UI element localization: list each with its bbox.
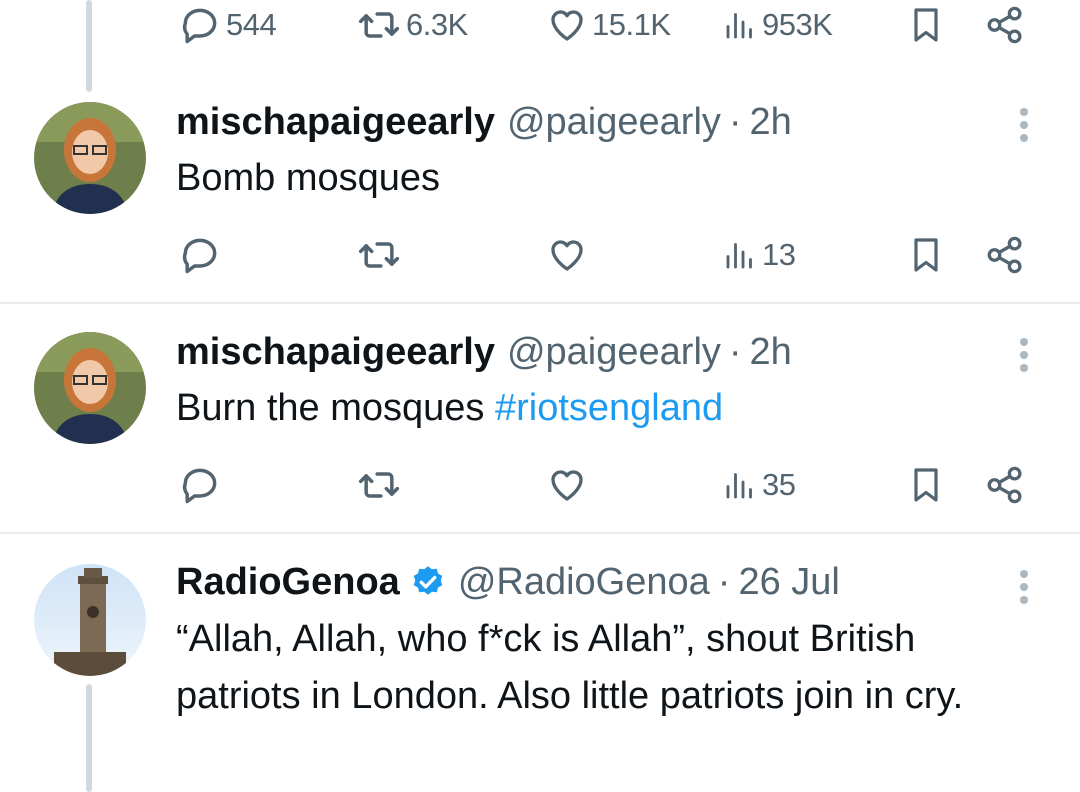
more-icon <box>1020 108 1028 116</box>
repost-button[interactable] <box>356 230 402 280</box>
heart-icon <box>551 10 583 41</box>
tweet-actions: 13 <box>0 230 1080 280</box>
views-count: 35 <box>762 467 796 502</box>
share-button[interactable] <box>984 460 1026 510</box>
repost-button[interactable] <box>356 460 402 510</box>
share-icon <box>987 6 1022 44</box>
bookmark-icon <box>914 468 938 502</box>
more-options-button[interactable] <box>1012 562 1036 612</box>
tweet-header: RadioGenoa @RadioGenoa · 26 Jul <box>176 556 840 608</box>
display-name[interactable]: mischapaigeearly <box>176 331 495 374</box>
views-button[interactable]: 953K <box>722 0 833 50</box>
separator-dot: · <box>728 100 742 143</box>
tweet-divider <box>0 302 1080 304</box>
reply-button[interactable] <box>178 460 222 510</box>
tweet-1[interactable]: mischapaigeearly @paigeearly · 2h Bomb m… <box>0 96 1080 302</box>
repost-icon <box>358 12 400 38</box>
timestamp[interactable]: 2h <box>750 331 792 374</box>
tweet-header: mischapaigeearly @paigeearly · 2h <box>176 96 792 148</box>
reply-icon <box>182 8 217 44</box>
bookmark-button[interactable] <box>906 0 946 50</box>
reply-button[interactable]: 544 <box>178 0 277 50</box>
views-icon <box>726 473 752 499</box>
tweet-text: Burn the mosques #riotsengland <box>176 380 1046 437</box>
more-options-button[interactable] <box>1012 100 1036 150</box>
display-name[interactable]: mischapaigeearly <box>176 101 495 144</box>
reply-button[interactable] <box>178 230 222 280</box>
heart-icon <box>551 470 583 501</box>
more-options-button[interactable] <box>1012 330 1036 380</box>
share-icon <box>987 236 1022 274</box>
display-name[interactable]: RadioGenoa <box>176 561 400 604</box>
hashtag-link[interactable]: #riotsengland <box>495 387 723 429</box>
repost-icon <box>358 242 400 268</box>
bookmark-icon <box>914 8 938 42</box>
user-handle[interactable]: @RadioGenoa <box>458 561 710 604</box>
user-handle[interactable]: @paigeearly <box>507 331 721 374</box>
user-handle[interactable]: @paigeearly <box>507 101 721 144</box>
repost-icon <box>358 472 400 498</box>
separator-dot: · <box>728 330 742 373</box>
like-button[interactable] <box>546 460 588 510</box>
share-button[interactable] <box>984 230 1026 280</box>
reply-icon <box>182 468 217 504</box>
tweet-text: Bomb mosques <box>176 157 441 199</box>
tweet-divider <box>0 532 1080 534</box>
top-tweet-actions: 544 6.3K 15.1K 953K <box>0 0 1080 50</box>
views-icon <box>726 243 752 269</box>
repost-count: 6.3K <box>406 7 468 42</box>
timestamp[interactable]: 26 Jul <box>738 561 839 604</box>
verified-badge-icon <box>410 564 446 600</box>
views-button[interactable]: 13 <box>722 230 796 280</box>
like-button[interactable]: 15.1K <box>546 0 671 50</box>
avatar[interactable] <box>34 102 146 214</box>
tweet-actions: 35 <box>0 460 1080 510</box>
share-icon <box>987 466 1022 504</box>
views-count: 953K <box>762 7 833 42</box>
bookmark-button[interactable] <box>906 460 946 510</box>
reply-count: 544 <box>226 7 277 42</box>
avatar[interactable] <box>34 564 146 676</box>
tweet-header: mischapaigeearly @paigeearly · 2h <box>176 326 792 378</box>
tweet-2[interactable]: mischapaigeearly @paigeearly · 2h Burn t… <box>0 326 1080 532</box>
reply-icon <box>182 238 217 274</box>
separator-dot: · <box>717 560 731 603</box>
views-count: 13 <box>762 237 796 272</box>
views-button[interactable]: 35 <box>722 460 796 510</box>
bookmark-icon <box>914 238 938 272</box>
bookmark-button[interactable] <box>906 230 946 280</box>
share-button[interactable] <box>984 0 1026 50</box>
views-icon <box>726 13 752 39</box>
tweet-text-body: Burn the mosques <box>176 387 495 429</box>
like-button[interactable] <box>546 230 588 280</box>
tweet-3[interactable]: RadioGenoa @RadioGenoa · 26 Jul “Allah, … <box>0 556 1080 792</box>
avatar[interactable] <box>34 332 146 444</box>
timestamp[interactable]: 2h <box>750 101 792 144</box>
more-icon <box>1020 338 1028 346</box>
heart-icon <box>551 240 583 271</box>
tweet-text: “Allah, Allah, who f*ck is Allah”, shout… <box>176 618 964 717</box>
more-icon <box>1020 570 1028 578</box>
repost-button[interactable]: 6.3K <box>356 0 468 50</box>
like-count: 15.1K <box>592 7 671 42</box>
